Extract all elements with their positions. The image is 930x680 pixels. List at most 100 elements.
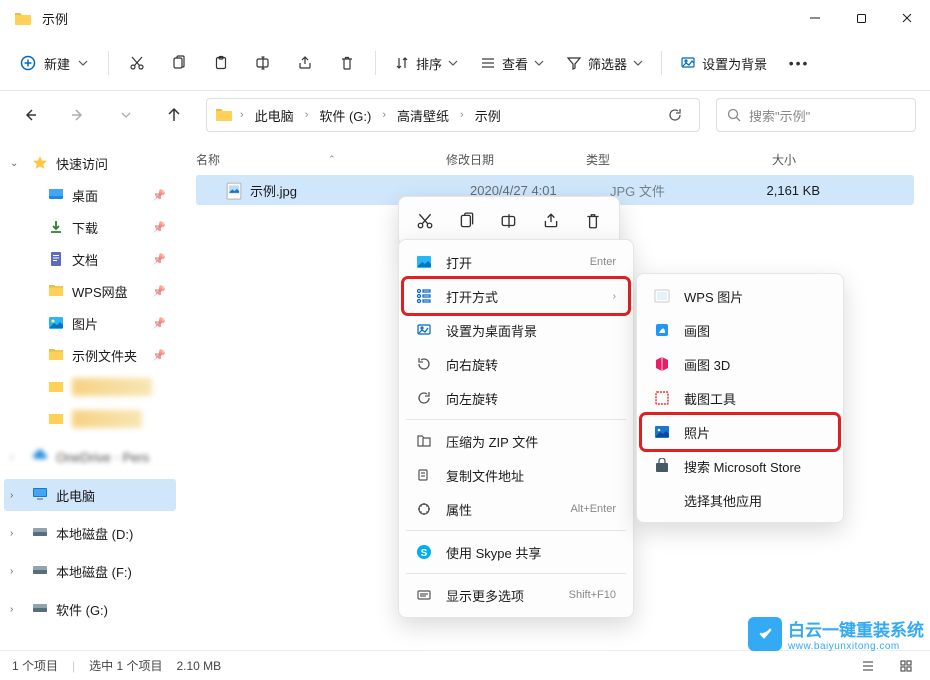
statusbar: 1 个项目 | 选中 1 个项目 2.10 MB (0, 650, 930, 680)
breadcrumb-item[interactable]: 软件 (G:) (315, 104, 375, 127)
sidebar-documents[interactable]: 文档 📌 (4, 243, 176, 275)
menu-set-wallpaper[interactable]: 设置为桌面背景 (404, 313, 628, 347)
folder-icon (14, 11, 32, 25)
submenu-label: 照片 (684, 423, 826, 442)
back-button[interactable] (14, 99, 46, 131)
column-type-header[interactable]: 类型 (586, 151, 706, 168)
menu-open[interactable]: 打开 Enter (404, 245, 628, 279)
rotate-right-icon (416, 356, 432, 372)
share-button[interactable] (285, 45, 325, 81)
search-placeholder: 搜索"示例" (749, 106, 810, 125)
sidebar-blurred-item[interactable] (4, 371, 176, 403)
sidebar-wps[interactable]: WPS网盘 📌 (4, 275, 176, 307)
sidebar-blurred-item[interactable] (4, 403, 176, 435)
set-wallpaper-button[interactable]: 设置为背景 (670, 48, 777, 79)
sort-indicator-icon: ⌃ (328, 154, 336, 165)
filter-button[interactable]: 筛选器 (556, 48, 653, 79)
menu-separator (406, 530, 626, 531)
submenu-photos[interactable]: 照片 (642, 415, 838, 449)
menu-show-more[interactable]: 显示更多选项 Shift+F10 (404, 578, 628, 612)
menu-compress-zip[interactable]: 压缩为 ZIP 文件 (404, 424, 628, 458)
menu-copy-path[interactable]: 复制文件地址 (404, 458, 628, 492)
expand-icon[interactable]: › (10, 452, 13, 463)
properties-icon (416, 501, 432, 517)
column-date-header[interactable]: 修改日期 (446, 151, 586, 168)
file-size: 2,161 KB (730, 183, 820, 198)
menu-rotate-right[interactable]: 向右旋转 (404, 347, 628, 381)
sidebar-disk-d[interactable]: › 本地磁盘 (D:) (4, 517, 176, 549)
sidebar-pictures[interactable]: 图片 📌 (4, 307, 176, 339)
sidebar-this-pc[interactable]: › 此电脑 (4, 479, 176, 511)
sidebar-label: WPS网盘 (72, 282, 128, 301)
minimize-button[interactable] (792, 2, 838, 34)
new-label: 新建 (44, 54, 70, 73)
sidebar-onedrive[interactable]: › OneDrive · Pers (4, 441, 176, 473)
menu-properties[interactable]: 属性 Alt+Enter (404, 492, 628, 526)
paint-icon (654, 322, 670, 338)
drive-icon (32, 525, 48, 541)
sidebar-desktop[interactable]: 桌面 📌 (4, 179, 176, 211)
more-button[interactable]: ••• (779, 45, 819, 81)
breadcrumb-item[interactable]: 示例 (471, 104, 505, 127)
photos-icon (654, 424, 670, 440)
sidebar-disk-f[interactable]: › 本地磁盘 (F:) (4, 555, 176, 587)
thumbnails-view-button[interactable] (894, 655, 918, 677)
collapse-icon[interactable]: ⌄ (10, 158, 18, 169)
refresh-button[interactable] (659, 108, 691, 122)
breadcrumb[interactable]: › 此电脑 › 软件 (G:) › 高清壁纸 › 示例 (206, 98, 700, 132)
menu-rotate-left[interactable]: 向左旋转 (404, 381, 628, 415)
forward-button[interactable] (62, 99, 94, 131)
window-controls (792, 2, 930, 34)
paste-button[interactable] (201, 45, 241, 81)
sidebar-sample-folder[interactable]: 示例文件夹 📌 (4, 339, 176, 371)
rename-button[interactable] (491, 203, 527, 239)
breadcrumb-item[interactable]: 高清壁纸 (393, 104, 453, 127)
drive-icon (32, 563, 48, 579)
submenu-search-store[interactable]: 搜索 Microsoft Store (642, 449, 838, 483)
submenu-choose-other[interactable]: 选择其他应用 (642, 483, 838, 517)
document-icon (48, 251, 64, 267)
recent-locations-button[interactable] (110, 99, 142, 131)
up-button[interactable] (158, 99, 190, 131)
expand-icon[interactable]: › (10, 566, 13, 577)
rename-button[interactable] (243, 45, 283, 81)
submenu-label: 画图 3D (684, 355, 826, 374)
copy-button[interactable] (449, 203, 485, 239)
column-name-header[interactable]: 名称⌃ (196, 151, 446, 168)
sidebar-disk-g[interactable]: › 软件 (G:) (4, 593, 176, 625)
menu-open-with[interactable]: 打开方式 › (404, 279, 628, 313)
expand-icon[interactable]: › (10, 604, 13, 615)
copy-button[interactable] (159, 45, 199, 81)
menu-skype-share[interactable]: S 使用 Skype 共享 (404, 535, 628, 569)
submenu-paint[interactable]: 画图 (642, 313, 838, 347)
menu-label: 打开方式 (446, 287, 599, 306)
chevron-down-icon (448, 60, 458, 66)
picture-icon (48, 315, 64, 331)
expand-icon[interactable]: › (10, 528, 13, 539)
close-button[interactable] (884, 2, 930, 34)
folder-icon (215, 107, 233, 124)
cut-button[interactable] (407, 203, 443, 239)
menu-label: 使用 Skype 共享 (446, 543, 616, 562)
delete-button[interactable] (575, 203, 611, 239)
new-button[interactable]: 新建 (8, 48, 100, 79)
delete-button[interactable] (327, 45, 367, 81)
sidebar-label: 图片 (72, 314, 98, 333)
submenu-snip[interactable]: 截图工具 (642, 381, 838, 415)
column-size-header[interactable]: 大小 (706, 151, 796, 168)
cut-button[interactable] (117, 45, 157, 81)
details-view-button[interactable] (856, 655, 880, 677)
search-input[interactable]: 搜索"示例" (716, 98, 916, 132)
pin-icon: 📌 (152, 221, 166, 234)
sidebar-quick-access[interactable]: ⌄ 快速访问 (4, 147, 176, 179)
share-button[interactable] (533, 203, 569, 239)
breadcrumb-item[interactable]: 此电脑 (251, 104, 298, 127)
sort-button[interactable]: 排序 (384, 48, 468, 79)
submenu-paint3d[interactable]: 画图 3D (642, 347, 838, 381)
sidebar-downloads[interactable]: 下载 📌 (4, 211, 176, 243)
monitor-icon (32, 487, 48, 503)
expand-icon[interactable]: › (10, 490, 13, 501)
submenu-wps-image[interactable]: WPS 图片 (642, 279, 838, 313)
view-button[interactable]: 查看 (470, 48, 554, 79)
maximize-button[interactable] (838, 2, 884, 34)
